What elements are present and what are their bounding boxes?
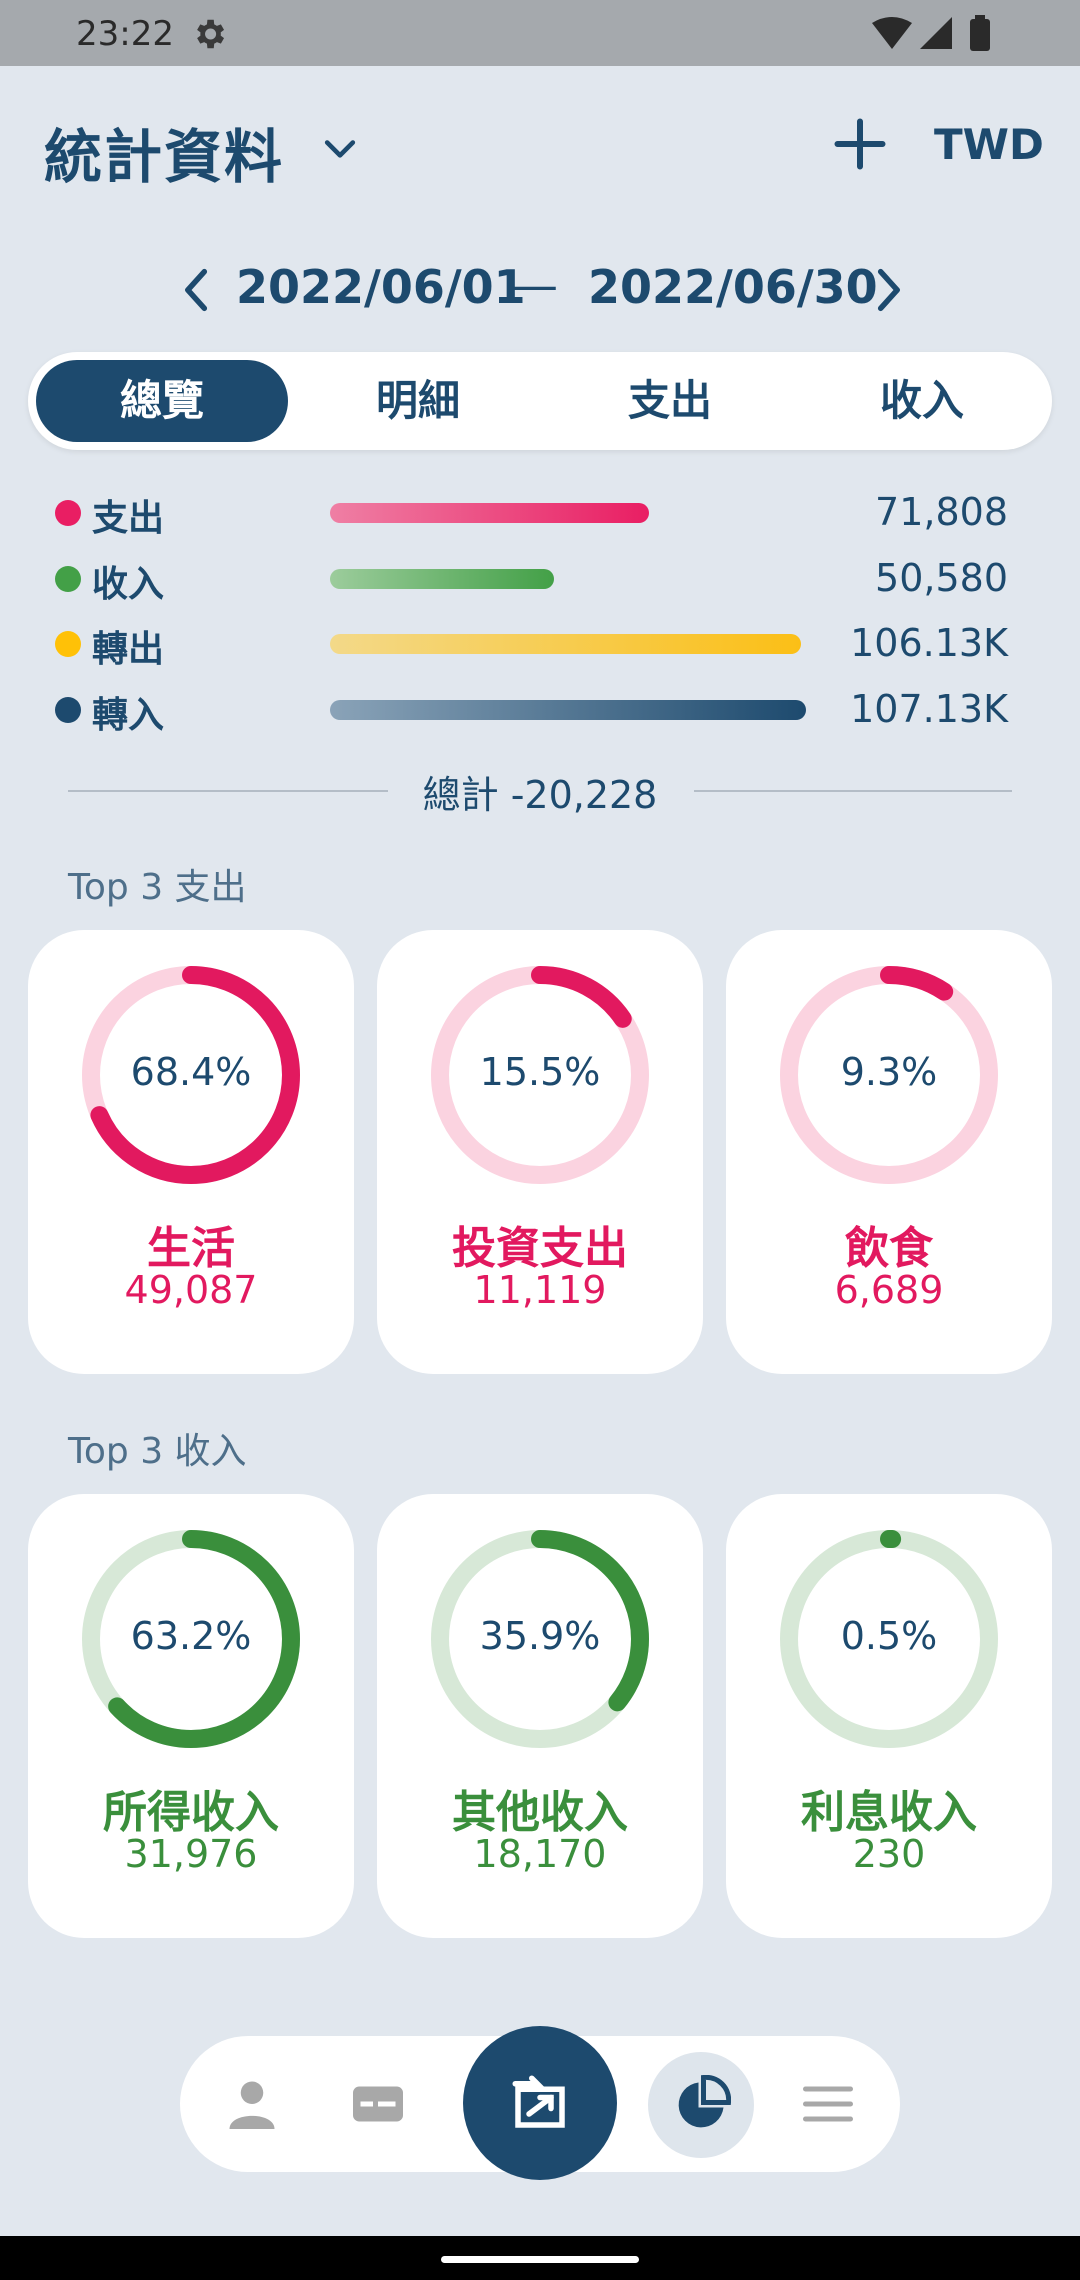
- summary-row-expense: 支出 71,808: [0, 484, 1080, 540]
- pie-chart-icon[interactable]: [671, 2075, 731, 2135]
- card-amount: 18,170: [473, 1832, 607, 1876]
- card-category: 飲食: [845, 1223, 933, 1274]
- total-row: 總計 -20,228: [0, 760, 1080, 820]
- summary-label: 收入: [92, 564, 165, 605]
- legend-dot: [55, 566, 81, 592]
- system-status-icons: [872, 15, 990, 51]
- summary-row-income: 收入 50,580: [0, 550, 1080, 606]
- expense-card[interactable]: 68.4% 生活 49,087: [28, 930, 354, 1374]
- card-percent: 15.5%: [479, 1050, 601, 1094]
- date-start[interactable]: 2022/06/01: [236, 260, 526, 314]
- summary-bar: [330, 503, 649, 523]
- card-category: 生活: [147, 1223, 235, 1274]
- add-record-button[interactable]: [463, 2026, 617, 2180]
- legend-dot: [55, 631, 81, 657]
- chevron-right-icon[interactable]: [866, 264, 910, 316]
- income-card[interactable]: 63.2% 所得收入 31,976: [28, 1494, 354, 1938]
- page-title[interactable]: 統計資料: [44, 110, 284, 194]
- income-card[interactable]: 35.9% 其他收入 18,170: [377, 1494, 703, 1938]
- tab-income[interactable]: 收入: [796, 360, 1048, 442]
- summary-value: 50,580: [875, 556, 1008, 600]
- summary-label: 支出: [92, 498, 165, 539]
- status-bar: 23:22: [0, 0, 1080, 66]
- card-amount: 6,689: [834, 1268, 944, 1312]
- summary-value: 106.13K: [850, 621, 1008, 665]
- card-category: 所得收入: [103, 1787, 279, 1838]
- tab-details[interactable]: 明細: [292, 360, 544, 442]
- date-range: 2022/06/01 — 2022/06/30: [0, 250, 1080, 330]
- tab-bar: 總覽 明細 支出 收入: [28, 352, 1052, 450]
- card-amount: 49,087: [124, 1268, 258, 1312]
- plus-icon[interactable]: [830, 114, 890, 174]
- top-income-title: Top 3 收入: [68, 1431, 247, 1472]
- summary-row-transfer-in: 轉入 107.13K: [0, 681, 1080, 737]
- card-amount: 230: [852, 1832, 926, 1876]
- tab-overview[interactable]: 總覽: [36, 360, 288, 442]
- card-icon[interactable]: [348, 2074, 408, 2134]
- date-end[interactable]: 2022/06/30: [588, 260, 878, 314]
- card-category: 利息收入: [801, 1787, 977, 1838]
- wifi-icon: [872, 17, 912, 49]
- card-percent: 9.3%: [840, 1050, 938, 1094]
- signal-icon: [920, 17, 952, 49]
- card-percent: 63.2%: [130, 1614, 252, 1658]
- home-gesture-handle[interactable]: [441, 2256, 639, 2263]
- card-category: 投資支出: [452, 1223, 628, 1274]
- chevron-down-icon[interactable]: [318, 126, 362, 170]
- gear-icon: [197, 19, 225, 49]
- summary-bar: [330, 569, 554, 589]
- summary-value: 71,808: [875, 490, 1008, 534]
- legend-dot: [55, 500, 81, 526]
- person-icon[interactable]: [222, 2074, 282, 2134]
- legend-dot: [55, 697, 81, 723]
- summary-row-transfer-out: 轉出 106.13K: [0, 615, 1080, 671]
- card-percent: 0.5%: [840, 1614, 938, 1658]
- summary-bar: [330, 700, 806, 720]
- total-label: 總計 -20,228: [422, 773, 658, 817]
- expense-card[interactable]: 9.3% 飲食 6,689: [726, 930, 1052, 1374]
- income-card[interactable]: 0.5% 利息收入 230: [726, 1494, 1052, 1938]
- top-expense-title: Top 3 支出: [68, 867, 247, 908]
- summary-label: 轉入: [92, 695, 165, 736]
- card-amount: 11,119: [473, 1268, 607, 1312]
- summary-bar: [330, 634, 801, 654]
- summary-value: 107.13K: [850, 687, 1008, 731]
- tab-expense[interactable]: 支出: [544, 360, 796, 442]
- card-category: 其他收入: [452, 1787, 628, 1838]
- date-separator: —: [512, 258, 558, 312]
- currency-selector[interactable]: TWD: [934, 120, 1044, 169]
- card-percent: 35.9%: [479, 1614, 601, 1658]
- add-record-icon: [512, 2075, 565, 2128]
- summary-label: 轉出: [92, 629, 165, 670]
- card-amount: 31,976: [124, 1832, 258, 1876]
- list-icon[interactable]: [798, 2074, 858, 2134]
- battery-icon: [970, 19, 990, 51]
- chevron-left-icon[interactable]: [175, 264, 219, 316]
- card-percent: 68.4%: [130, 1050, 252, 1094]
- status-time: 23:22: [76, 14, 174, 54]
- app-header: 統計資料 TWD: [0, 66, 1080, 216]
- expense-card[interactable]: 15.5% 投資支出 11,119: [377, 930, 703, 1374]
